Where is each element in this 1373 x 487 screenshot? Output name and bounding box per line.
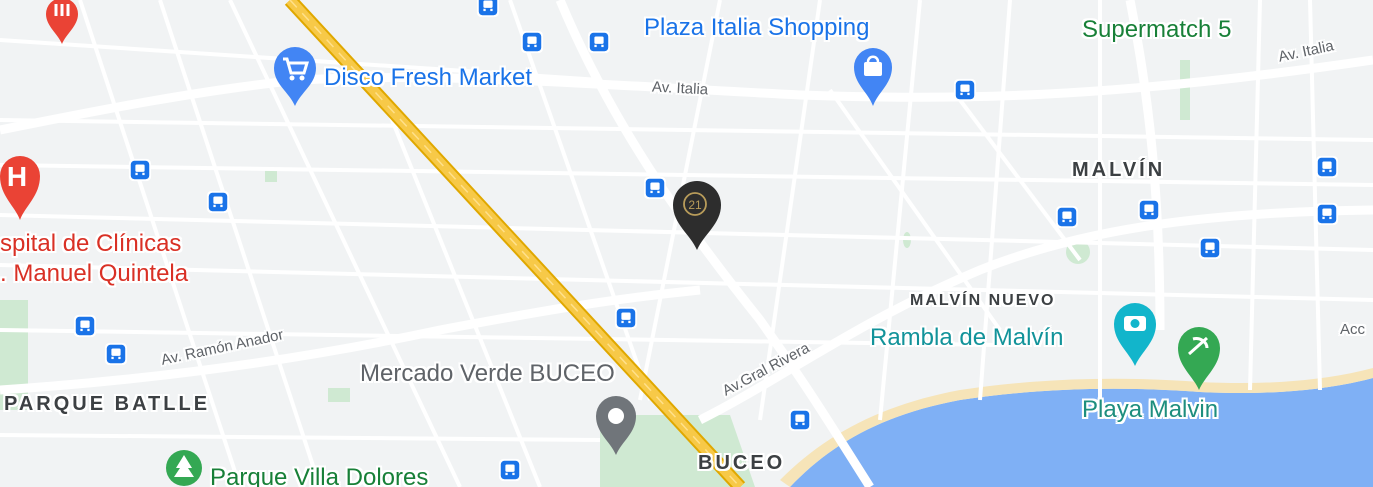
label-rambla-de-malvin[interactable]: Rambla de Malvín [870, 326, 1063, 350]
label-supermatch[interactable]: Supermatch 5 [1082, 18, 1231, 42]
label-disco-fresh-market[interactable]: Disco Fresh Market [324, 66, 532, 90]
hospital-pin-icon[interactable]: H [0, 152, 40, 222]
bus-stop-icon[interactable] [1055, 205, 1079, 229]
bus-stop-icon[interactable] [643, 176, 667, 200]
restaurant-pin-icon[interactable] [44, 0, 80, 46]
bus-stop-icon[interactable] [498, 458, 522, 482]
label-parque-villa-dolores[interactable]: Parque Villa Dolores [210, 466, 428, 487]
shopping-bag-pin-icon[interactable] [852, 46, 894, 108]
label-plaza-italia[interactable]: Plaza Italia Shopping [644, 16, 870, 40]
label-av-italia: Av. Italia [651, 78, 709, 99]
label-hospital-line2[interactable]: . Manuel Quintela [0, 262, 188, 286]
place-pin-icon[interactable] [594, 395, 638, 457]
cart-pin-icon[interactable] [272, 46, 318, 108]
bus-stop-icon[interactable] [953, 78, 977, 102]
bus-stop-icon[interactable] [104, 342, 128, 366]
label-parque-batlle: PARQUE BATLLE [4, 393, 211, 415]
bus-stop-icon[interactable] [587, 30, 611, 54]
beach-pin-icon[interactable] [1176, 326, 1222, 392]
bus-stop-icon[interactable] [1198, 236, 1222, 260]
park-area [1180, 60, 1190, 120]
camera-pin-icon[interactable] [1112, 302, 1158, 368]
water-area [790, 378, 1373, 487]
bus-stop-icon[interactable] [1137, 198, 1161, 222]
label-mercado-verde-buceo[interactable]: Mercado Verde BUCEO [360, 362, 615, 386]
century21-marker-icon[interactable]: 21 [670, 180, 724, 252]
bus-stop-icon[interactable] [206, 190, 230, 214]
park-area [328, 388, 350, 402]
century21-marker-text: 21 [688, 198, 702, 212]
bus-stop-icon[interactable] [788, 408, 812, 432]
hospital-glyph: H [7, 161, 27, 192]
label-malvin-nuevo: MALVÍN NUEVO [910, 292, 1056, 309]
bus-stop-icon[interactable] [73, 314, 97, 338]
label-hospital-line1[interactable]: spital de Clínicas [0, 232, 181, 256]
label-playa-malvin[interactable]: Playa Malvin [1082, 398, 1218, 422]
park-pin-icon[interactable] [164, 448, 204, 487]
label-acc-partial: Acc [1340, 321, 1366, 338]
bus-stop-icon[interactable] [520, 30, 544, 54]
label-malvin: MALVÍN [1072, 159, 1166, 181]
bus-stop-icon[interactable] [1315, 202, 1339, 226]
bus-stop-icon[interactable] [1315, 155, 1339, 179]
label-buceo: BUCEO [698, 452, 786, 474]
map-view[interactable]: H 21 Plaza Italia Shopping Supermatch 5 … [0, 0, 1373, 487]
bus-stop-icon[interactable] [614, 306, 638, 330]
bus-stop-icon[interactable] [476, 0, 500, 18]
bus-stop-icon[interactable] [128, 158, 152, 182]
